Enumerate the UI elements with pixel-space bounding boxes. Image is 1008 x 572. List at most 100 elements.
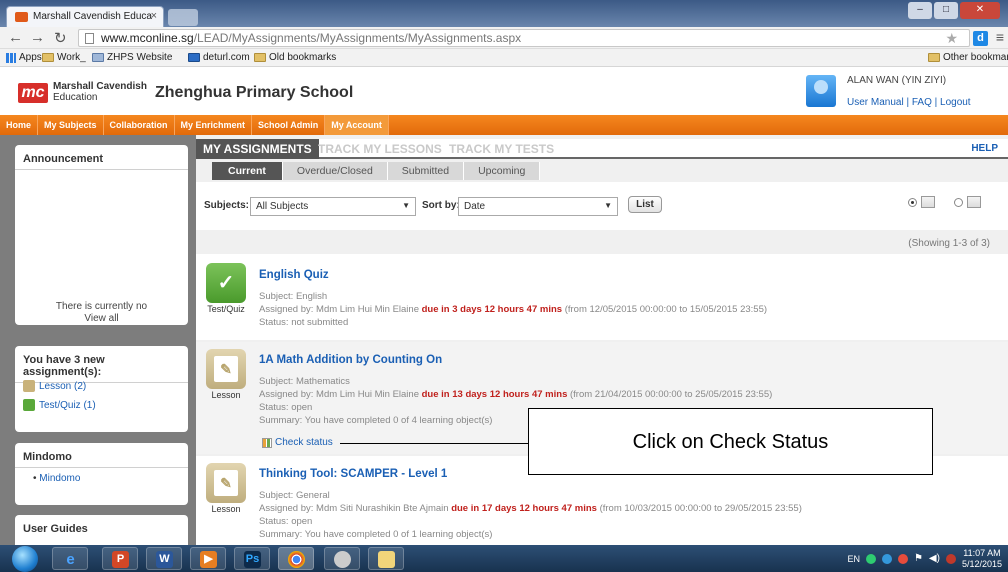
browser-titlebar: Marshall Cavendish Educa × – □ ✕ (0, 0, 1008, 27)
back-arrow-icon[interactable]: ← (8, 29, 23, 46)
tray-flag-icon[interactable]: ⚑ (914, 553, 923, 564)
tab-track-my-tests[interactable]: TRACK MY TESTS (442, 139, 561, 159)
photoshop-icon: Ps (244, 551, 261, 568)
tab-title: Marshall Cavendish Educa (33, 11, 152, 22)
sortby-label: Sort by: (422, 200, 460, 211)
new-assignments-panel: You have 3 new assignment(s): Lesson (2)… (15, 346, 188, 432)
view-grid-option[interactable] (954, 196, 981, 208)
volume-icon[interactable]: ◀) (929, 553, 940, 564)
nav-my-account[interactable]: My Account (325, 115, 389, 135)
taskbar-ie[interactable]: e (52, 547, 88, 570)
website-icon (92, 53, 104, 62)
tab-track-my-lessons[interactable]: TRACK MY LESSONS (311, 139, 449, 159)
school-name: Zhenghua Primary School (155, 84, 354, 101)
subjects-select[interactable]: All Subjects ▼ (250, 197, 416, 216)
maximize-button[interactable]: □ (934, 2, 958, 19)
bookmark-apps[interactable]: Apps (6, 52, 42, 63)
browser-tab[interactable]: Marshall Cavendish Educa × (6, 6, 164, 27)
assignment-type: Lesson (211, 390, 241, 400)
site-header: mc Marshall Cavendish Education Zhenghua… (0, 67, 1008, 115)
nav-my-subjects[interactable]: My Subjects (38, 115, 104, 135)
lesson-type-icon[interactable]: ✎ (206, 463, 246, 503)
view-list-option[interactable] (908, 196, 935, 208)
subtab-submitted[interactable]: Submitted (387, 162, 465, 180)
assignment-type: Lesson (211, 504, 241, 514)
nav-collaboration[interactable]: Collaboration (104, 115, 175, 135)
chrome-menu-icon[interactable]: ≡ (996, 29, 1004, 45)
site-favicon-icon (15, 12, 28, 22)
due-text: due in 3 days 12 hours 47 mins (421, 304, 563, 315)
view-all-link[interactable]: View all (15, 313, 188, 324)
bookmark-label: Work_ (57, 52, 86, 63)
lesson-type-icon[interactable]: ✎ (206, 349, 246, 389)
window-close-button[interactable]: ✕ (960, 2, 1000, 19)
bookmark-old[interactable]: Old bookmarks (254, 52, 336, 63)
taskbar-photoshop[interactable]: Ps (234, 547, 270, 570)
tray-network-icon[interactable] (881, 553, 892, 564)
nav-school-admin[interactable]: School Admin (252, 115, 326, 135)
radio-grid-view[interactable] (954, 197, 963, 207)
address-bar[interactable]: www.mconline.sg/LEAD/MyAssignments/MyAss… (78, 29, 970, 47)
bookmark-deturl[interactable]: deturl.com (188, 52, 250, 63)
help-link[interactable]: HELP (971, 143, 998, 154)
assigned-by-text: Assigned by: Mdm Lim Hui Min Elaine (259, 304, 419, 315)
clock[interactable]: 11:07 AM 5/12/2015 (962, 548, 1002, 570)
lesson-count-link[interactable]: Lesson (2) (23, 380, 86, 392)
assigned-by-text: Assigned by: Mdm Lim Hui Min Elaine (259, 389, 419, 400)
taskbar-app[interactable] (324, 547, 360, 570)
taskbar-media[interactable]: ▶ (190, 547, 226, 570)
bookmark-star-icon[interactable]: ★ (945, 30, 958, 47)
bookmark-work[interactable]: Work_ (42, 52, 86, 63)
brand-text: Marshall Cavendish Education (53, 81, 147, 103)
tray-app-icon[interactable] (865, 553, 876, 564)
testquiz-count-link[interactable]: Test/Quiz (1) (23, 399, 96, 411)
sortby-select[interactable]: Date ▼ (458, 197, 618, 216)
assignment-title-link[interactable]: English Quiz (259, 269, 329, 281)
taskbar-powerpoint[interactable]: P (102, 547, 138, 570)
bookmark-label: deturl.com (203, 52, 250, 63)
reload-icon[interactable]: ↻ (54, 29, 67, 47)
subjects-label: Subjects: (204, 200, 250, 211)
nav-home[interactable]: Home (0, 115, 39, 135)
assignment-summary: Summary: You have completed 0 of 4 learn… (259, 415, 493, 426)
tab-my-assignments[interactable]: MY ASSIGNMENTS (196, 139, 319, 159)
mindomo-link[interactable]: • Mindomo (33, 473, 80, 484)
mindomo-panel: Mindomo • Mindomo (15, 443, 188, 505)
grid-view-icon (967, 196, 981, 208)
nav-my-enrichment[interactable]: My Enrichment (175, 115, 253, 135)
tray-shield-icon[interactable] (945, 553, 956, 564)
minimize-button[interactable]: – (908, 2, 932, 19)
list-button[interactable]: List (628, 196, 662, 213)
check-status-link[interactable]: Check status (262, 437, 333, 448)
sub-tabs: Current Overdue/Closed Submitted Upcomin… (212, 162, 541, 180)
user-links[interactable]: User Manual | FAQ | Logout (847, 97, 971, 108)
testquiz-type-icon[interactable]: ✓ (206, 263, 246, 303)
folder-icon (928, 53, 940, 62)
subtab-upcoming[interactable]: Upcoming (464, 162, 541, 180)
start-button[interactable] (12, 546, 38, 572)
mc-logo[interactable]: mc (18, 83, 48, 103)
language-indicator[interactable]: EN (847, 554, 860, 564)
radio-list-view[interactable] (908, 197, 917, 207)
assignment-title-link[interactable]: 1A Math Addition by Counting On (259, 354, 442, 366)
taskbar-explorer[interactable] (368, 547, 404, 570)
assignment-status: Status: not submitted (259, 317, 349, 328)
subtab-overdue-closed[interactable]: Overdue/Closed (282, 162, 388, 180)
assignment-title-link[interactable]: Thinking Tool: SCAMPER - Level 1 (259, 468, 447, 480)
new-tab-button[interactable] (168, 9, 198, 26)
instruction-callout: Click on Check Status (528, 408, 933, 475)
main-nav: Home My Subjects Collaboration My Enrich… (0, 115, 1008, 135)
media-player-icon: ▶ (200, 551, 217, 568)
chart-icon (262, 437, 272, 448)
taskbar-chrome[interactable] (278, 547, 314, 570)
forward-arrow-icon[interactable]: → (30, 29, 45, 46)
bookmark-other[interactable]: Other bookmarks (928, 52, 1008, 63)
tray-security-icon[interactable] (897, 553, 908, 564)
subtab-current[interactable]: Current (212, 162, 283, 180)
extension-icon[interactable]: d (973, 31, 988, 46)
bookmark-zhps[interactable]: ZHPS Website (92, 52, 172, 63)
taskbar-word[interactable]: W (146, 547, 182, 570)
check-status-label: Check status (275, 437, 333, 448)
assignment-assigned-by: Assigned by: Mdm Lim Hui Min Elaine due … (259, 304, 767, 315)
tab-close-icon[interactable]: × (151, 10, 157, 22)
